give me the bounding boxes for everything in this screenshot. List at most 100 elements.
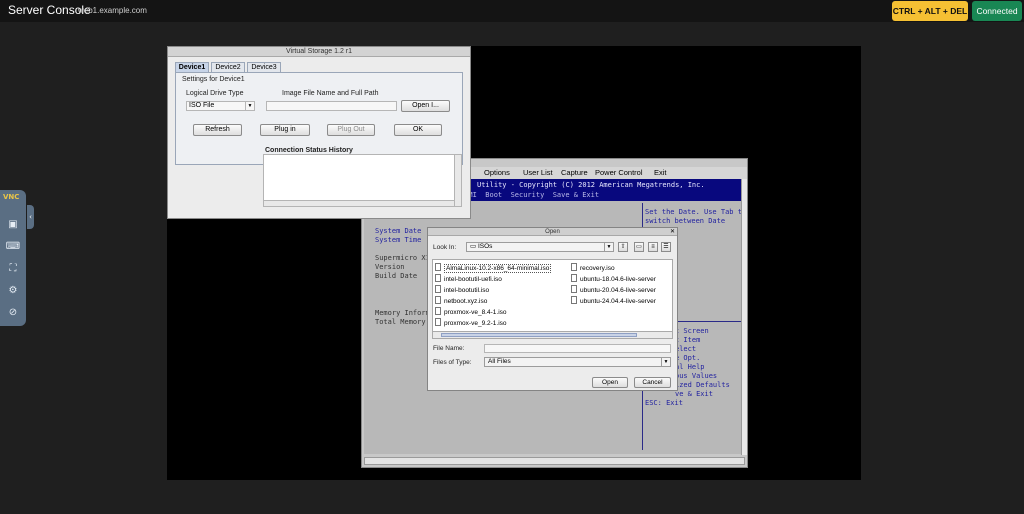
file-type-label: Files of Type: xyxy=(433,359,472,366)
chevron-down-icon: ▼ xyxy=(661,358,670,366)
bios-horizontal-scrollbar[interactable] xyxy=(364,457,745,465)
file-name-input[interactable] xyxy=(484,344,671,353)
history-label: Connection Status History xyxy=(265,147,353,154)
bios-vertical-scrollbar[interactable] xyxy=(741,179,747,455)
look-in-select[interactable]: ▭ ISOs ▼ xyxy=(466,242,614,252)
file-icon xyxy=(571,274,577,282)
bios-line: Total Memory xyxy=(375,318,426,326)
list-item[interactable]: recovery.iso xyxy=(571,263,615,273)
virtual-storage-titlebar[interactable]: Virtual Storage 1.2 r1 xyxy=(168,47,470,57)
open-file-dialog: Open ✕ Look In: ▭ ISOs ▼ ⇧ ▭ ≡ ☰ AlmaLin… xyxy=(427,227,678,391)
keyboard-icon[interactable]: ⌨ xyxy=(5,239,21,255)
cancel-button[interactable]: Cancel xyxy=(634,377,671,388)
list-item[interactable]: proxmox-ve_9.2-1.iso xyxy=(435,318,507,328)
folder-icon: ▭ xyxy=(470,243,478,250)
bios-key-line: t Screen xyxy=(675,327,709,335)
top-bar: Server Console web1.example.com CTRL + A… xyxy=(0,0,1024,22)
fullscreen-icon[interactable]: ⛶ xyxy=(5,261,21,277)
menu-user-list[interactable]: User List xyxy=(523,168,553,177)
bios-key-line: elect xyxy=(675,345,697,353)
list-item[interactable]: ubuntu-18.04.6-live-server xyxy=(571,274,672,284)
refresh-button[interactable]: Refresh xyxy=(193,124,242,136)
file-name-label: File Name: xyxy=(433,345,465,352)
new-folder-icon[interactable]: ▭ xyxy=(634,242,644,252)
clipboard-icon[interactable]: ▣ xyxy=(5,217,21,233)
file-icon xyxy=(435,274,441,282)
virtual-storage-title: Virtual Storage 1.2 r1 xyxy=(285,48,353,55)
ok-button[interactable]: OK xyxy=(394,124,442,136)
history-horizontal-scrollbar[interactable] xyxy=(264,200,454,206)
settings-gear-icon[interactable]: ⚙ xyxy=(5,283,21,299)
list-item[interactable]: intel-bootutil.iso xyxy=(435,285,489,295)
chevron-down-icon: ▼ xyxy=(604,243,613,251)
list-item[interactable]: proxmox-ve_8.4-1.iso xyxy=(435,307,507,317)
bios-key-line: t Item xyxy=(675,336,701,344)
bios-copyright: Utility - Copyright (C) 2012 American Me… xyxy=(477,181,705,189)
bios-key-line: al Help xyxy=(675,363,705,371)
file-icon xyxy=(571,263,577,271)
up-folder-icon[interactable]: ⇧ xyxy=(618,242,628,252)
file-icon xyxy=(435,307,441,315)
bios-key-line: ized Defaults xyxy=(675,381,730,389)
ctrl-alt-del-button[interactable]: CTRL + ALT + DEL xyxy=(892,1,968,21)
bios-line: Build Date xyxy=(375,272,418,280)
menu-exit[interactable]: Exit xyxy=(654,168,667,177)
bios-line: Memory Informa xyxy=(375,309,435,317)
image-path-field[interactable] xyxy=(266,101,397,111)
bios-line: Supermicro X10 xyxy=(375,254,435,262)
open-dialog-title: Open xyxy=(545,229,560,235)
vnc-bar-handle[interactable]: ‹ xyxy=(27,205,34,229)
menu-power-control[interactable]: Power Control xyxy=(595,168,643,177)
settings-label: Settings for Device1 xyxy=(182,76,245,83)
file-icon xyxy=(571,296,577,304)
file-icon xyxy=(435,285,441,293)
tab-device3[interactable]: Device3 xyxy=(247,62,281,72)
file-icon xyxy=(435,318,441,326)
open-dialog-titlebar[interactable]: Open ✕ xyxy=(428,228,677,236)
close-icon[interactable]: ✕ xyxy=(670,228,675,236)
bios-line: Version xyxy=(375,263,405,271)
list-item[interactable]: AlmaLinux-10.2-x86_64-minimal.iso xyxy=(435,263,552,273)
plug-out-button[interactable]: Plug Out xyxy=(327,124,375,136)
look-in-label: Look In: xyxy=(433,244,457,251)
list-item[interactable]: netboot.xyz.iso xyxy=(435,296,487,306)
history-vertical-scrollbar[interactable] xyxy=(454,155,461,206)
host-name: web1.example.com xyxy=(78,6,147,15)
look-in-value: ISOs xyxy=(477,243,493,250)
chevron-down-icon: ▼ xyxy=(245,102,254,110)
bios-help-line: switch between Date xyxy=(645,217,726,225)
file-list-scrollbar[interactable] xyxy=(433,331,672,338)
connection-history-list[interactable] xyxy=(263,154,462,207)
drive-type-value: ISO File xyxy=(189,102,215,109)
bios-key-line: ous Values xyxy=(675,372,718,380)
connection-status-badge: Connected xyxy=(972,1,1022,21)
open-image-button[interactable]: Open I... xyxy=(401,100,450,112)
bios-key-line: e Opt. xyxy=(675,354,701,362)
file-type-select[interactable]: All Files ▼ xyxy=(484,357,671,367)
file-type-value: All Files xyxy=(488,358,511,365)
menu-options[interactable]: Options xyxy=(484,168,510,177)
tab-device2[interactable]: Device2 xyxy=(211,62,245,72)
open-button[interactable]: Open xyxy=(592,377,628,388)
bios-line: System Time xyxy=(375,236,422,244)
bios-key-line: ve & Exit xyxy=(675,390,713,398)
list-item[interactable]: ubuntu-24.04.4-live-server xyxy=(571,296,672,306)
list-item[interactable]: intel-bootutil-uefi.iso xyxy=(435,274,502,284)
image-path-label: Image File Name and Full Path xyxy=(282,90,379,97)
scrollbar-thumb[interactable] xyxy=(441,333,637,337)
details-view-icon[interactable]: ☰ xyxy=(661,242,671,252)
drive-type-label: Logical Drive Type xyxy=(186,90,244,97)
menu-capture[interactable]: Capture xyxy=(561,168,588,177)
bios-help-line: Set the Date. Use Tab to xyxy=(645,208,747,216)
disconnect-icon[interactable]: ⊘ xyxy=(5,305,21,321)
bios-tabs: IPMI Boot Security Save & Exit xyxy=(460,191,600,199)
drive-type-select[interactable]: ISO File ▼ xyxy=(186,101,255,111)
plug-in-button[interactable]: Plug in xyxy=(260,124,310,136)
file-list[interactable]: AlmaLinux-10.2-x86_64-minimal.iso intel-… xyxy=(432,259,673,339)
bios-key-line: ESC: Exit xyxy=(645,399,683,407)
list-view-icon[interactable]: ≡ xyxy=(648,242,658,252)
file-icon xyxy=(571,285,577,293)
virtual-storage-window: Virtual Storage 1.2 r1 Device1 Device2 D… xyxy=(167,46,471,219)
tab-device1[interactable]: Device1 xyxy=(175,62,209,72)
list-item[interactable]: ubuntu-20.04.6-live-server xyxy=(571,285,672,295)
